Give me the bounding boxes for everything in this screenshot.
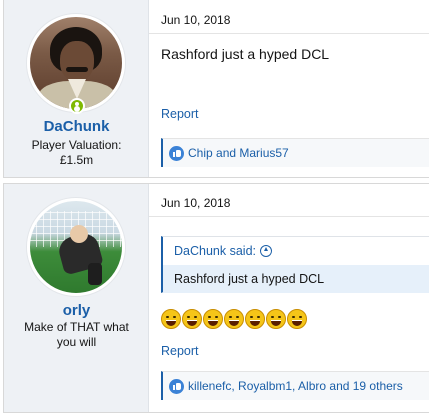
post-1: DaChunk Player Valuation: £1.5m Jun 10, … [3,0,429,178]
laughing-emoji-icon [266,309,286,329]
laughing-emoji-icon [203,309,223,329]
post-header-divider [149,33,429,34]
quote-text: Rashford just a hyped DCL [163,265,429,293]
username[interactable]: orly [4,302,149,319]
avatar-wrap [27,14,125,114]
user-title-line-2: you will [56,335,97,349]
post-body: Rashford just a hyped DCL [161,46,330,62]
user-title-line-1: Make of THAT what [24,320,129,334]
quote-author[interactable]: DaChunk said: [174,244,256,258]
reactions-bar[interactable]: killenefc, Royalbm1, Albro and 19 others [161,371,429,400]
username[interactable]: DaChunk [4,118,149,135]
laughing-emoji-icon [224,309,244,329]
user-column: orly Make of THAT what you will [4,184,149,412]
quote-block: DaChunk said: Rashford just a hyped DCL [161,236,429,293]
user-title-line-1: Player Valuation: [31,138,122,152]
post-main: Jun 10, 2018 DaChunk said: Rashford just… [149,184,429,412]
emoji-row [161,309,307,329]
user-title-line-2: £1.5m [59,153,94,167]
like-icon [169,378,184,394]
laughing-emoji-icon [287,309,307,329]
post-main: Jun 10, 2018 Rashford just a hyped DCL R… [149,0,429,177]
report-link[interactable]: Report [161,107,199,121]
user-title: Make of THAT what you will [12,320,141,350]
avatar[interactable] [27,198,125,296]
post-header-divider [149,216,429,217]
quote-header[interactable]: DaChunk said: [163,237,429,265]
laughing-emoji-icon [245,309,265,329]
like-icon [169,145,184,161]
laughing-emoji-icon [161,309,181,329]
reactions-bar[interactable]: Chip and Marius57 [161,138,429,167]
go-to-quote-icon[interactable] [260,245,272,257]
laughing-emoji-icon [182,309,202,329]
post-2: orly Make of THAT what you will Jun 10, … [3,183,429,413]
online-status-icon [69,98,85,114]
reactions-list[interactable]: killenefc, Royalbm1, Albro and 19 others [188,379,403,393]
report-link[interactable]: Report [161,344,199,358]
user-column: DaChunk Player Valuation: £1.5m [4,0,149,177]
reactions-list[interactable]: Chip and Marius57 [188,146,289,160]
user-title: Player Valuation: £1.5m [12,138,141,168]
post-date[interactable]: Jun 10, 2018 [161,13,230,27]
post-date[interactable]: Jun 10, 2018 [161,196,230,210]
avatar-wrap [27,198,125,296]
